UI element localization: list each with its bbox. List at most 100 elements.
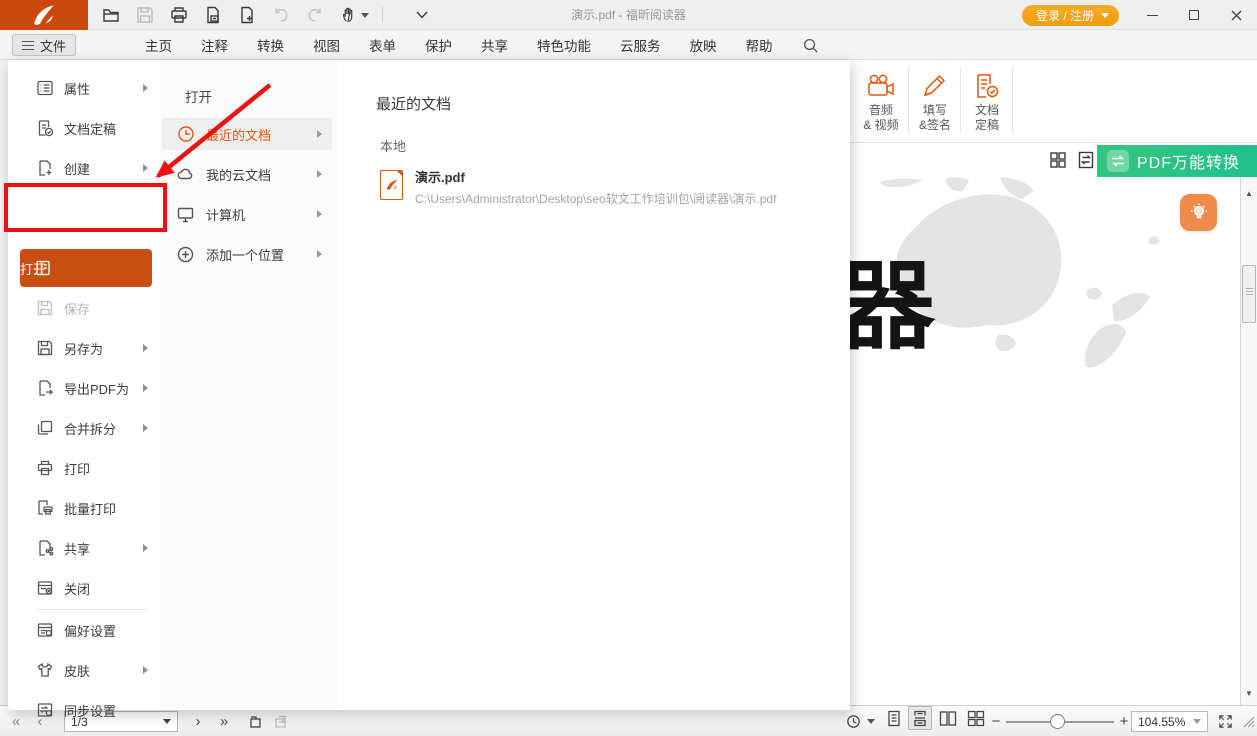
resize-grip[interactable] <box>1240 706 1256 736</box>
menu-tab-convert[interactable]: 转换 <box>257 35 284 55</box>
share-icon <box>35 539 54 558</box>
ribbon-doc-finalize-button[interactable]: 文档定稿 <box>962 65 1012 133</box>
rotate-view-button[interactable] <box>843 706 863 736</box>
file-menu-item-print[interactable]: 打印 <box>8 448 160 488</box>
save-icon[interactable] <box>134 4 156 26</box>
login-button[interactable]: 登录 / 注册 <box>1022 5 1119 26</box>
continuous-page-icon <box>912 710 928 727</box>
close-document-icon <box>35 579 54 598</box>
open-item-recent-documents[interactable]: 最近的文档 <box>162 118 332 150</box>
pdf-convert-button[interactable]: PDF万能转换 <box>1097 145 1257 177</box>
document-canvas[interactable]: 器 <box>850 177 1240 705</box>
menu-tab-view[interactable]: 视图 <box>313 35 340 55</box>
menu-tab-help[interactable]: 帮助 <box>746 35 773 55</box>
toolbar-separator <box>382 7 383 23</box>
menu-tab-comment[interactable]: 注释 <box>201 35 228 55</box>
ribbon-label: 音频 <box>856 103 906 118</box>
scrollbar-thumb[interactable] <box>1242 265 1256 323</box>
left-edge-strip <box>0 60 8 705</box>
hand-tool-icon[interactable] <box>338 4 370 26</box>
open-item-add-a-place[interactable]: 添加一个位置 <box>162 238 332 270</box>
open-item-computer[interactable]: 计算机 <box>162 198 332 230</box>
pdf-file-icon <box>380 170 403 200</box>
grid-pages-view-button[interactable] <box>964 706 988 730</box>
vertical-scrollbar[interactable]: ▲ ▼ <box>1240 177 1257 705</box>
menu-file-button[interactable]: 文件 <box>12 34 76 56</box>
file-menu-item-create[interactable]: 创建 <box>8 148 160 188</box>
file-menu-list: 属性 文档定稿 创建 打开 <box>8 60 160 710</box>
minimize-button[interactable] <box>1131 0 1173 30</box>
submenu-arrow-icon <box>143 544 148 552</box>
maximize-button[interactable] <box>1173 0 1215 30</box>
menu-tab-cloud[interactable]: 云服务 <box>620 35 661 55</box>
recent-file-item[interactable]: 演示.pdf C:\Users\Administrator\Desktop\se… <box>380 170 776 207</box>
grid-view-icon[interactable] <box>1048 150 1068 170</box>
file-menu-item-share[interactable]: 共享 <box>8 528 160 568</box>
open-item-cloud-documents[interactable]: 我的云文档 <box>162 158 332 190</box>
video-camera-icon <box>856 65 906 99</box>
menu-tab-share[interactable]: 共享 <box>481 35 508 55</box>
redo-icon[interactable] <box>304 4 326 26</box>
preferences-icon <box>35 621 54 640</box>
hand-tool-dropdown-icon[interactable] <box>361 13 369 18</box>
recent-documents-pane: 最近的文档 本地 演示.pdf C:\Users\Administrator\D… <box>337 60 850 710</box>
open-item-label: 添加一个位置 <box>206 245 284 264</box>
file-menu-item-save-as[interactable]: 另存为 <box>8 328 160 368</box>
file-menu-item-skin[interactable]: 皮肤 <box>8 650 160 690</box>
file-menu-label: 关闭 <box>64 579 90 598</box>
file-menu-item-merge-split[interactable]: 合并拆分 <box>8 408 160 448</box>
continuous-view-button[interactable] <box>908 706 932 730</box>
cloud-icon <box>176 165 195 184</box>
file-menu-item-close[interactable]: 关闭 <box>8 568 160 608</box>
file-menu-item-open[interactable]: 打开 <box>20 249 152 287</box>
ribbon-audio-video-button[interactable]: 音频& 视频 <box>856 65 906 133</box>
zoom-level-caret-icon <box>1193 719 1201 724</box>
facing-pages-view-button[interactable] <box>936 706 960 730</box>
single-page-view-button[interactable] <box>882 706 906 730</box>
ribbon-fill-sign-button[interactable]: 填写&签名 <box>910 65 960 133</box>
menu-tab-protect[interactable]: 保护 <box>425 35 452 55</box>
new-document-icon[interactable] <box>236 4 258 26</box>
reflow-icon[interactable] <box>1076 150 1096 170</box>
scroll-down-icon[interactable]: ▼ <box>1241 685 1257 701</box>
search-icon[interactable] <box>802 37 819 54</box>
file-menu-label: 合并拆分 <box>64 419 116 438</box>
next-page-button[interactable]: › <box>190 706 206 736</box>
clock-icon <box>176 125 195 144</box>
fullscreen-button[interactable] <box>1214 706 1236 736</box>
rotate-view-dropdown-icon[interactable] <box>864 706 878 736</box>
recent-file-path: C:\Users\Administrator\Desktop\seo软文工作培训… <box>415 190 776 207</box>
close-button[interactable] <box>1215 0 1257 30</box>
zoom-out-button[interactable]: − <box>988 706 1004 736</box>
file-menu-item-preferences[interactable]: 偏好设置 <box>8 610 160 650</box>
pdf-convert-label: PDF万能转换 <box>1137 149 1240 173</box>
open-file-icon[interactable] <box>100 4 122 26</box>
file-menu-item-sync-settings[interactable]: 同步设置 <box>8 690 160 730</box>
submenu-arrow-icon <box>317 130 322 138</box>
file-menu-item-properties[interactable]: 属性 <box>8 68 160 108</box>
menu-tab-features[interactable]: 特色功能 <box>537 35 591 55</box>
file-menu-item-export-pdf[interactable]: 导出PDF为 <box>8 368 160 408</box>
print-current-page-icon[interactable] <box>202 4 224 26</box>
previous-view-button[interactable] <box>244 706 266 736</box>
menu-tab-form[interactable]: 表单 <box>369 35 396 55</box>
file-menu-item-doc-finalize[interactable]: 文档定稿 <box>8 108 160 148</box>
zoom-level-dropdown[interactable]: 104.55% <box>1131 711 1208 732</box>
scroll-up-icon[interactable]: ▲ <box>1241 185 1257 201</box>
last-page-button[interactable]: » <box>214 706 234 736</box>
foxit-logo[interactable] <box>0 0 88 30</box>
file-menu-label: 导出PDF为 <box>64 379 129 398</box>
file-menu-item-batch-print[interactable]: 批量打印 <box>8 488 160 528</box>
print-icon[interactable] <box>168 4 190 26</box>
rotate-view-icon <box>845 713 862 730</box>
undo-icon[interactable] <box>270 4 292 26</box>
menubar: 文件 主页 注释 转换 视图 表单 保护 共享 特色功能 云服务 放映 帮助 <box>0 30 1257 60</box>
menu-tab-home[interactable]: 主页 <box>145 35 172 55</box>
file-menu-item-save: 保存 <box>8 288 160 328</box>
tips-bulb-button[interactable] <box>1180 194 1217 231</box>
next-view-button[interactable] <box>270 706 292 736</box>
zoom-slider-thumb[interactable] <box>1050 714 1065 729</box>
zoom-in-button[interactable]: + <box>1116 706 1132 736</box>
menu-tab-present[interactable]: 放映 <box>690 35 717 55</box>
single-page-icon <box>886 710 902 727</box>
